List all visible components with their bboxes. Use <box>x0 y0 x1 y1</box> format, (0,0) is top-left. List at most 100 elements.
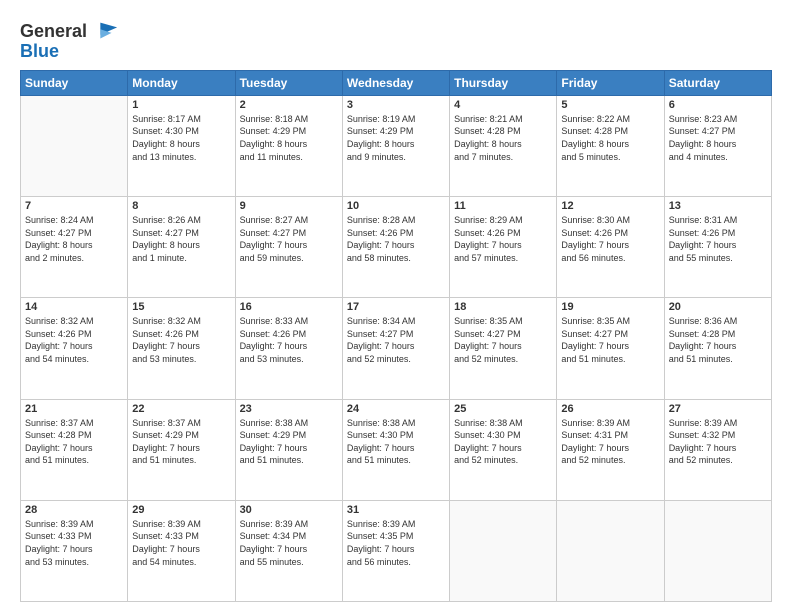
day-number: 19 <box>561 301 659 313</box>
day-number: 15 <box>132 301 230 313</box>
logo-icon <box>91 18 119 46</box>
cell-info: Sunrise: 8:39 AMSunset: 4:34 PMDaylight:… <box>240 518 338 568</box>
calendar-week-row: 21 Sunrise: 8:37 AMSunset: 4:28 PMDayligh… <box>21 399 772 500</box>
cell-info: Sunrise: 8:33 AMSunset: 4:26 PMDaylight:… <box>240 315 338 365</box>
cell-info: Sunrise: 8:31 AMSunset: 4:26 PMDaylight:… <box>669 214 767 264</box>
calendar-cell: 30Sunrise: 8:39 AMSunset: 4:34 PMDayligh… <box>235 500 342 601</box>
day-number: 27 <box>669 403 767 415</box>
calendar-table: SundayMondayTuesdayWednesdayThursdayFrid… <box>20 70 772 602</box>
cell-info: Sunrise: 8:22 AMSunset: 4:28 PMDaylight:… <box>561 113 659 163</box>
day-number: 31 <box>347 504 445 516</box>
cell-info: Sunrise: 8:34 AMSunset: 4:27 PMDaylight:… <box>347 315 445 365</box>
cell-info: Sunrise: 8:39 AMSunset: 4:33 PMDaylight:… <box>132 518 230 568</box>
calendar-cell: 23 Sunrise: 8:38 AMSunset: 4:29 PMDayligh… <box>235 399 342 500</box>
weekday-header-thursday: Thursday <box>450 70 557 95</box>
cell-info: Sunrise: 8:19 AMSunset: 4:29 PMDaylight:… <box>347 113 445 163</box>
day-number: 29 <box>132 504 230 516</box>
calendar-week-row: 7 Sunrise: 8:24 AMSunset: 4:27 PMDaylight… <box>21 197 772 298</box>
calendar-week-row: 28 Sunrise: 8:39 AMSunset: 4:33 PMDayligh… <box>21 500 772 601</box>
cell-info: Sunrise: 8:32 AMSunset: 4:26 PMDaylight:… <box>132 315 230 365</box>
calendar-cell: 3 Sunrise: 8:19 AMSunset: 4:29 PMDaylight… <box>342 95 449 196</box>
cell-info: Sunrise: 8:24 AMSunset: 4:27 PMDaylight:… <box>25 214 123 264</box>
day-number: 18 <box>454 301 552 313</box>
weekday-header-monday: Monday <box>128 70 235 95</box>
calendar-week-row: 14Sunrise: 8:32 AMSunset: 4:26 PMDayligh… <box>21 298 772 399</box>
day-number: 5 <box>561 99 659 111</box>
cell-info: Sunrise: 8:36 AMSunset: 4:28 PMDaylight:… <box>669 315 767 365</box>
day-number: 16 <box>240 301 338 313</box>
day-number: 28 <box>25 504 123 516</box>
cell-info: Sunrise: 8:28 AMSunset: 4:26 PMDaylight:… <box>347 214 445 264</box>
logo-text: General <box>20 22 87 42</box>
cell-info: Sunrise: 8:30 AMSunset: 4:26 PMDaylight:… <box>561 214 659 264</box>
weekday-header-saturday: Saturday <box>664 70 771 95</box>
day-number: 4 <box>454 99 552 111</box>
calendar-cell: 20 Sunrise: 8:36 AMSunset: 4:28 PMDayligh… <box>664 298 771 399</box>
logo: General Blue <box>20 18 119 62</box>
day-number: 1 <box>132 99 230 111</box>
day-number: 7 <box>25 200 123 212</box>
cell-info: Sunrise: 8:38 AMSunset: 4:30 PMDaylight:… <box>454 417 552 467</box>
cell-info: Sunrise: 8:37 AMSunset: 4:28 PMDaylight:… <box>25 417 123 467</box>
cell-info: Sunrise: 8:32 AMSunset: 4:26 PMDaylight:… <box>25 315 123 365</box>
calendar-cell <box>557 500 664 601</box>
calendar-cell: 14Sunrise: 8:32 AMSunset: 4:26 PMDayligh… <box>21 298 128 399</box>
calendar-cell: 12 Sunrise: 8:30 AMSunset: 4:26 PMDayligh… <box>557 197 664 298</box>
cell-info: Sunrise: 8:39 AMSunset: 4:33 PMDaylight:… <box>25 518 123 568</box>
calendar-week-row: 1Sunrise: 8:17 AMSunset: 4:30 PMDaylight… <box>21 95 772 196</box>
logo-general: General <box>20 21 87 41</box>
weekday-header-row: SundayMondayTuesdayWednesdayThursdayFrid… <box>21 70 772 95</box>
day-number: 23 <box>240 403 338 415</box>
day-number: 12 <box>561 200 659 212</box>
calendar-cell <box>21 95 128 196</box>
day-number: 3 <box>347 99 445 111</box>
calendar-cell: 27 Sunrise: 8:39 AMSunset: 4:32 PMDayligh… <box>664 399 771 500</box>
calendar-cell: 13 Sunrise: 8:31 AMSunset: 4:26 PMDayligh… <box>664 197 771 298</box>
calendar-cell: 25 Sunrise: 8:38 AMSunset: 4:30 PMDayligh… <box>450 399 557 500</box>
cell-info: Sunrise: 8:35 AMSunset: 4:27 PMDaylight:… <box>561 315 659 365</box>
calendar-cell: 4 Sunrise: 8:21 AMSunset: 4:28 PMDaylight… <box>450 95 557 196</box>
cell-info: Sunrise: 8:38 AMSunset: 4:29 PMDaylight:… <box>240 417 338 467</box>
calendar-cell: 26Sunrise: 8:39 AMSunset: 4:31 PMDayligh… <box>557 399 664 500</box>
cell-info: Sunrise: 8:39 AMSunset: 4:35 PMDaylight:… <box>347 518 445 568</box>
day-number: 11 <box>454 200 552 212</box>
cell-info: Sunrise: 8:29 AMSunset: 4:26 PMDaylight:… <box>454 214 552 264</box>
day-number: 20 <box>669 301 767 313</box>
day-number: 6 <box>669 99 767 111</box>
day-number: 2 <box>240 99 338 111</box>
calendar-cell: 15 Sunrise: 8:32 AMSunset: 4:26 PMDayligh… <box>128 298 235 399</box>
calendar-cell: 29 Sunrise: 8:39 AMSunset: 4:33 PMDayligh… <box>128 500 235 601</box>
calendar-cell <box>450 500 557 601</box>
cell-info: Sunrise: 8:23 AMSunset: 4:27 PMDaylight:… <box>669 113 767 163</box>
weekday-header-wednesday: Wednesday <box>342 70 449 95</box>
calendar-cell <box>664 500 771 601</box>
calendar-cell: 6 Sunrise: 8:23 AMSunset: 4:27 PMDaylight… <box>664 95 771 196</box>
calendar-cell: 19 Sunrise: 8:35 AMSunset: 4:27 PMDayligh… <box>557 298 664 399</box>
day-number: 21 <box>25 403 123 415</box>
weekday-header-friday: Friday <box>557 70 664 95</box>
cell-info: Sunrise: 8:37 AMSunset: 4:29 PMDaylight:… <box>132 417 230 467</box>
calendar-cell: 11 Sunrise: 8:29 AMSunset: 4:26 PMDayligh… <box>450 197 557 298</box>
day-number: 24 <box>347 403 445 415</box>
day-number: 17 <box>347 301 445 313</box>
cell-info: Sunrise: 8:35 AMSunset: 4:27 PMDaylight:… <box>454 315 552 365</box>
calendar-cell: 7 Sunrise: 8:24 AMSunset: 4:27 PMDaylight… <box>21 197 128 298</box>
cell-info: Sunrise: 8:39 AMSunset: 4:32 PMDaylight:… <box>669 417 767 467</box>
header: General Blue <box>20 18 772 62</box>
calendar-cell: 21 Sunrise: 8:37 AMSunset: 4:28 PMDayligh… <box>21 399 128 500</box>
calendar-cell: 9Sunrise: 8:27 AMSunset: 4:27 PMDaylight… <box>235 197 342 298</box>
cell-info: Sunrise: 8:26 AMSunset: 4:27 PMDaylight:… <box>132 214 230 264</box>
calendar-cell: 8 Sunrise: 8:26 AMSunset: 4:27 PMDaylight… <box>128 197 235 298</box>
calendar-cell: 31 Sunrise: 8:39 AMSunset: 4:35 PMDayligh… <box>342 500 449 601</box>
day-number: 25 <box>454 403 552 415</box>
weekday-header-sunday: Sunday <box>21 70 128 95</box>
cell-info: Sunrise: 8:21 AMSunset: 4:28 PMDaylight:… <box>454 113 552 163</box>
cell-info: Sunrise: 8:27 AMSunset: 4:27 PMDaylight:… <box>240 214 338 264</box>
day-number: 13 <box>669 200 767 212</box>
calendar-cell: 17 Sunrise: 8:34 AMSunset: 4:27 PMDayligh… <box>342 298 449 399</box>
cell-info: Sunrise: 8:38 AMSunset: 4:30 PMDaylight:… <box>347 417 445 467</box>
page: General Blue SundayMondayTuesday <box>0 0 792 612</box>
day-number: 8 <box>132 200 230 212</box>
day-number: 22 <box>132 403 230 415</box>
day-number: 26 <box>561 403 659 415</box>
